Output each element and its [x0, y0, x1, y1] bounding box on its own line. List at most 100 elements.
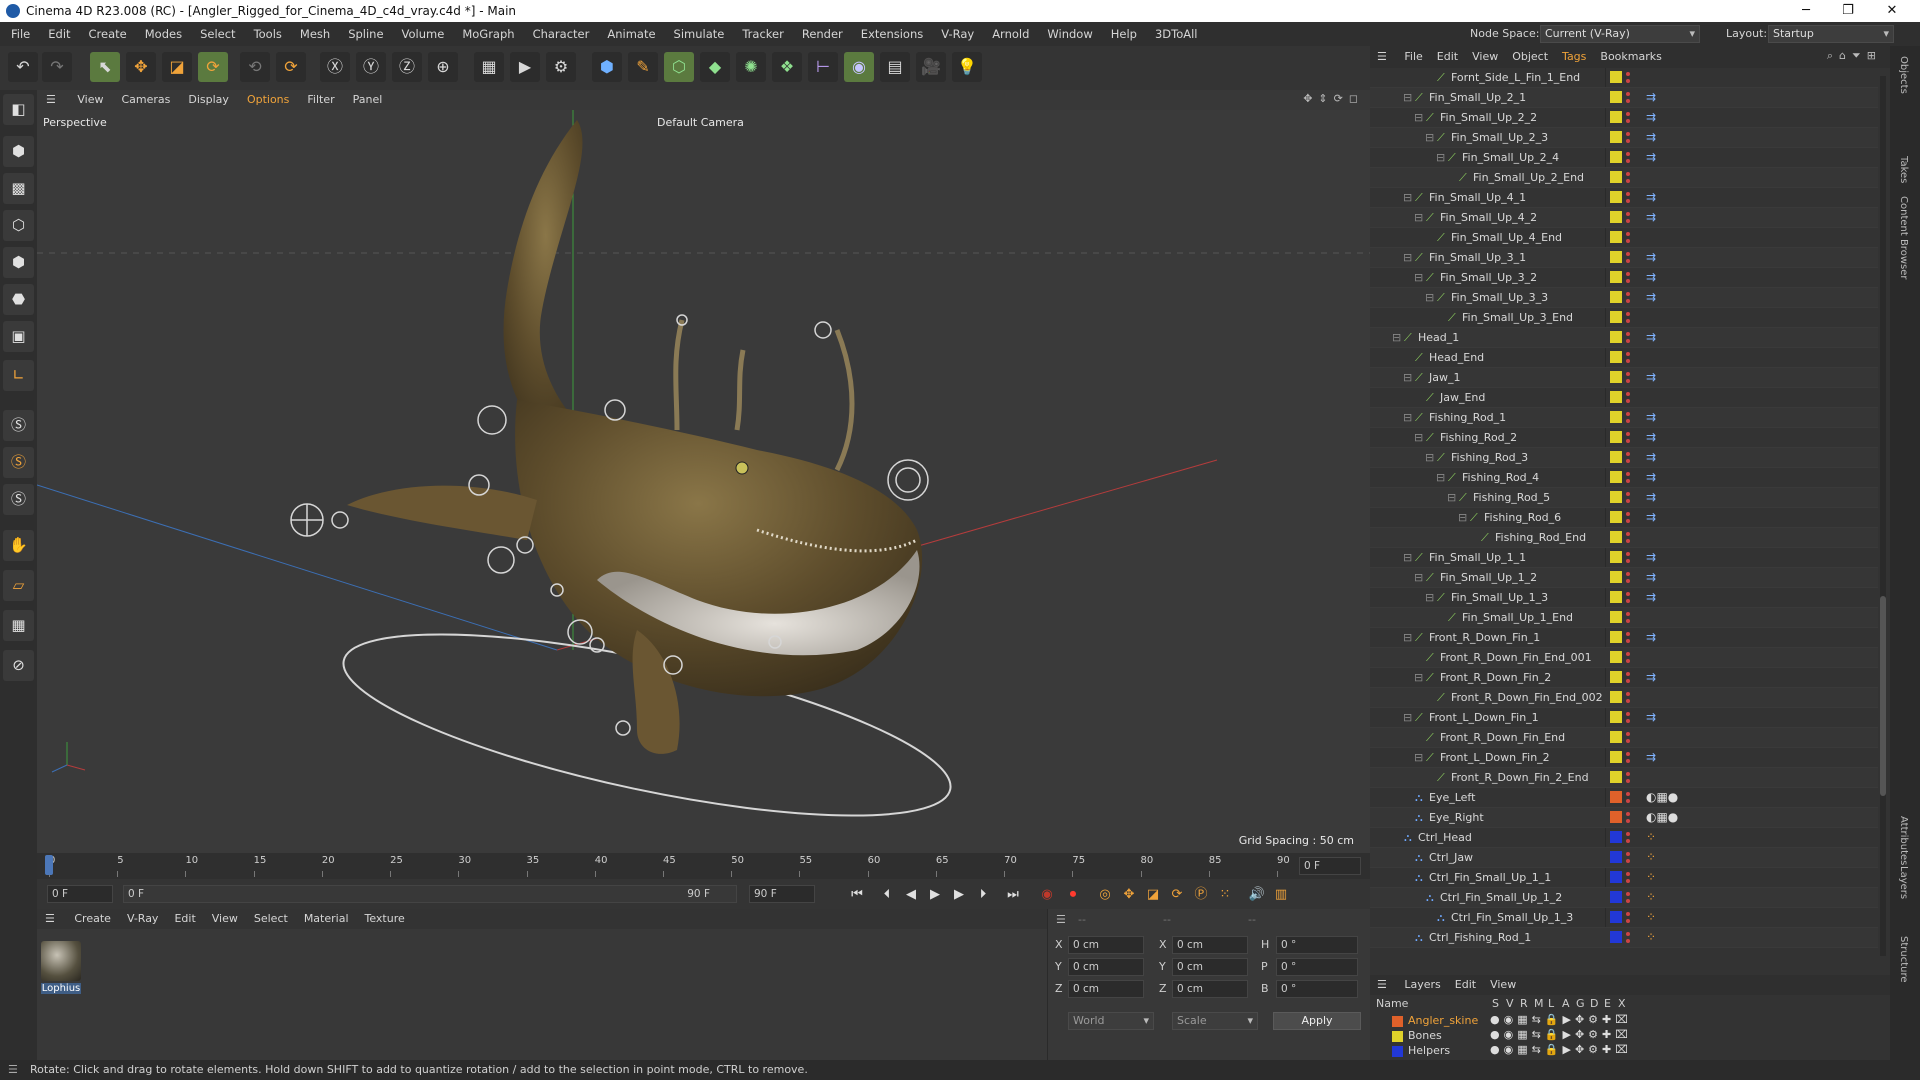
object-name[interactable]: Ctrl_Fishing_Rod_1 — [1429, 931, 1531, 944]
playhead-marker[interactable] — [45, 855, 53, 875]
object-row[interactable]: ⊟ ⟋ Fishing_Rod_2 ⇉ — [1370, 428, 1878, 448]
object-row[interactable]: ⊟ ⟋ Head_1 ⇉ — [1370, 328, 1878, 348]
object-name[interactable]: Fishing_Rod_3 — [1451, 451, 1528, 464]
menu-mograph[interactable]: MoGraph — [453, 22, 523, 46]
ik-tag-icon[interactable]: ⇉ — [1646, 410, 1656, 424]
select-tool-icon[interactable]: ⬉ — [90, 52, 120, 82]
size-z-field[interactable]: 0 cm — [1172, 980, 1248, 998]
layer-color-swatch[interactable] — [1610, 631, 1622, 643]
menu-help[interactable]: Help — [1102, 22, 1146, 46]
cube-icon[interactable]: ⬢ — [592, 52, 622, 82]
coordinate-system-icon[interactable]: ⊕ — [428, 52, 458, 82]
expand-toggle-icon[interactable]: ⊟ — [1414, 751, 1423, 764]
render-view-icon[interactable]: ▶ — [510, 52, 540, 82]
z-axis-icon[interactable]: Ⓩ — [392, 52, 422, 82]
object-name[interactable]: Fin_Small_Up_2_1 — [1429, 91, 1526, 104]
size-mode-dropdown[interactable]: Scale — [1172, 1012, 1258, 1030]
keyframe-selection-icon[interactable]: ◎ — [1095, 885, 1115, 905]
render-visibility-dot[interactable] — [1626, 499, 1630, 503]
ik-tag-icon[interactable]: ⇉ — [1646, 130, 1656, 144]
render-visibility-dot[interactable] — [1626, 579, 1630, 583]
goto-start-icon[interactable]: ⏮ — [847, 885, 867, 905]
expand-toggle-icon[interactable]: ⊟ — [1425, 451, 1434, 464]
layer-color-swatch[interactable] — [1610, 331, 1622, 343]
object-row[interactable]: ⊟ ⟋ Front_L_Down_Fin_1 ⇉ — [1370, 708, 1878, 728]
menu-simulate[interactable]: Simulate — [665, 22, 734, 46]
ik-tag-icon[interactable]: ⇉ — [1646, 710, 1656, 724]
layer-column-v[interactable]: V — [1506, 997, 1514, 1010]
quantize-icon[interactable]: Ⓢ — [3, 484, 34, 515]
render-visibility-dot[interactable] — [1626, 519, 1630, 523]
ik-tag-icon[interactable]: ⇉ — [1646, 570, 1656, 584]
material-menu-icon[interactable]: ☰ — [37, 909, 63, 929]
object-name[interactable]: Fin_Small_Up_2_4 — [1462, 151, 1559, 164]
render-visibility-dot[interactable] — [1626, 679, 1630, 683]
object-name[interactable]: Fin_Small_Up_4_End — [1451, 231, 1562, 244]
layer-color-swatch[interactable] — [1610, 251, 1622, 263]
make-editable-icon[interactable]: ◧ — [3, 94, 34, 125]
render-visibility-dot[interactable] — [1626, 719, 1630, 723]
expand-toggle-icon[interactable]: ⊟ — [1414, 211, 1423, 224]
render-visibility-dot[interactable] — [1626, 599, 1630, 603]
rot-key-icon[interactable]: ⟳ — [1167, 885, 1187, 905]
expand-toggle-icon[interactable]: ⊟ — [1403, 551, 1412, 564]
layer-column-a[interactable]: A — [1562, 997, 1570, 1010]
layer-color-swatch[interactable] — [1610, 451, 1622, 463]
editor-visibility-dot[interactable] — [1626, 732, 1630, 736]
ik-tag-icon[interactable]: ⇉ — [1646, 510, 1656, 524]
axis-mode-icon[interactable]: ∟ — [3, 360, 34, 391]
expand-toggle-icon[interactable]: ⊟ — [1414, 111, 1423, 124]
object-row[interactable]: ⟋ Jaw_End — [1370, 388, 1878, 408]
object-menu-object[interactable]: Object — [1505, 46, 1555, 68]
object-row[interactable]: ⊟ ⟋ Fin_Small_Up_1_1 ⇉ — [1370, 548, 1878, 568]
ik-tag-icon[interactable]: ⇉ — [1646, 290, 1656, 304]
layer-row[interactable]: Bones ●◉▦⇆🔒▶✥⚙✚⌧ — [1370, 1028, 1890, 1044]
render-visibility-dot[interactable] — [1626, 619, 1630, 623]
object-name[interactable]: Fin_Small_Up_2_3 — [1451, 131, 1548, 144]
menu-animate[interactable]: Animate — [598, 22, 664, 46]
editor-visibility-dot[interactable] — [1626, 232, 1630, 236]
autokey-icon[interactable]: ⏺ — [1063, 885, 1083, 905]
layer-row[interactable]: Angler_skine ●◉▦⇆🔒▶✥⚙✚⌧ — [1370, 1013, 1890, 1029]
light-icon[interactable]: 💡 — [952, 52, 982, 82]
object-menu-icon[interactable]: ☰ — [1370, 46, 1394, 68]
object-name[interactable]: Fin_Small_Up_3_1 — [1429, 251, 1526, 264]
ik-tag-icon[interactable]: ⇉ — [1646, 270, 1656, 284]
editor-visibility-dot[interactable] — [1626, 372, 1630, 376]
editor-visibility-dot[interactable] — [1626, 752, 1630, 756]
layer-column-g[interactable]: G — [1576, 997, 1585, 1010]
material-menu-view[interactable]: View — [204, 909, 246, 929]
object-row[interactable]: ⊟ ⟋ Fin_Small_Up_2_4 ⇉ — [1370, 148, 1878, 168]
viewport-menu-display[interactable]: Display — [179, 90, 238, 110]
motion-system-icon[interactable]: 🔊 — [1247, 885, 1267, 905]
ik-tag-icon[interactable]: ⇉ — [1646, 550, 1656, 564]
camera-icon[interactable]: 🎥 — [916, 52, 946, 82]
layer-color-swatch[interactable] — [1610, 531, 1622, 543]
object-row[interactable]: ⛬ Ctrl_Jaw ⁘ — [1370, 848, 1878, 868]
constraint-tag-icon[interactable]: ⁘ — [1646, 930, 1656, 944]
ik-tag-icon[interactable]: ⇉ — [1646, 590, 1656, 604]
render-visibility-dot[interactable] — [1626, 859, 1630, 863]
layer-color-swatch[interactable] — [1610, 191, 1622, 203]
editor-visibility-dot[interactable] — [1626, 272, 1630, 276]
layer-color-swatch[interactable] — [1610, 211, 1622, 223]
side-tab-takes[interactable]: Takes — [1898, 156, 1909, 183]
redo-icon[interactable]: ↷ — [42, 52, 72, 82]
render-visibility-dot[interactable] — [1626, 359, 1630, 363]
material-tag-icon[interactable]: ◐▦● — [1646, 790, 1678, 804]
object-name[interactable]: Fin_Small_Up_1_End — [1462, 611, 1573, 624]
editor-visibility-dot[interactable] — [1626, 332, 1630, 336]
deformer-icon[interactable]: ◆ — [700, 52, 730, 82]
size-x-field[interactable]: 0 cm — [1172, 936, 1248, 954]
pos-z-field[interactable]: 0 cm — [1068, 980, 1144, 998]
render-visibility-dot[interactable] — [1626, 759, 1630, 763]
layer-color-swatch[interactable] — [1610, 491, 1622, 503]
object-name[interactable]: Front_R_Down_Fin_End_002 — [1451, 691, 1603, 704]
object-row[interactable]: ⊟ ⟋ Jaw_1 ⇉ — [1370, 368, 1878, 388]
move-tool-icon[interactable]: ✥ — [126, 52, 156, 82]
workplane-icon[interactable]: ▱ — [3, 570, 34, 601]
render-visibility-dot[interactable] — [1626, 539, 1630, 543]
viewport-menu-filter[interactable]: Filter — [298, 90, 343, 110]
render-visibility-dot[interactable] — [1626, 299, 1630, 303]
menu-render[interactable]: Render — [793, 22, 852, 46]
